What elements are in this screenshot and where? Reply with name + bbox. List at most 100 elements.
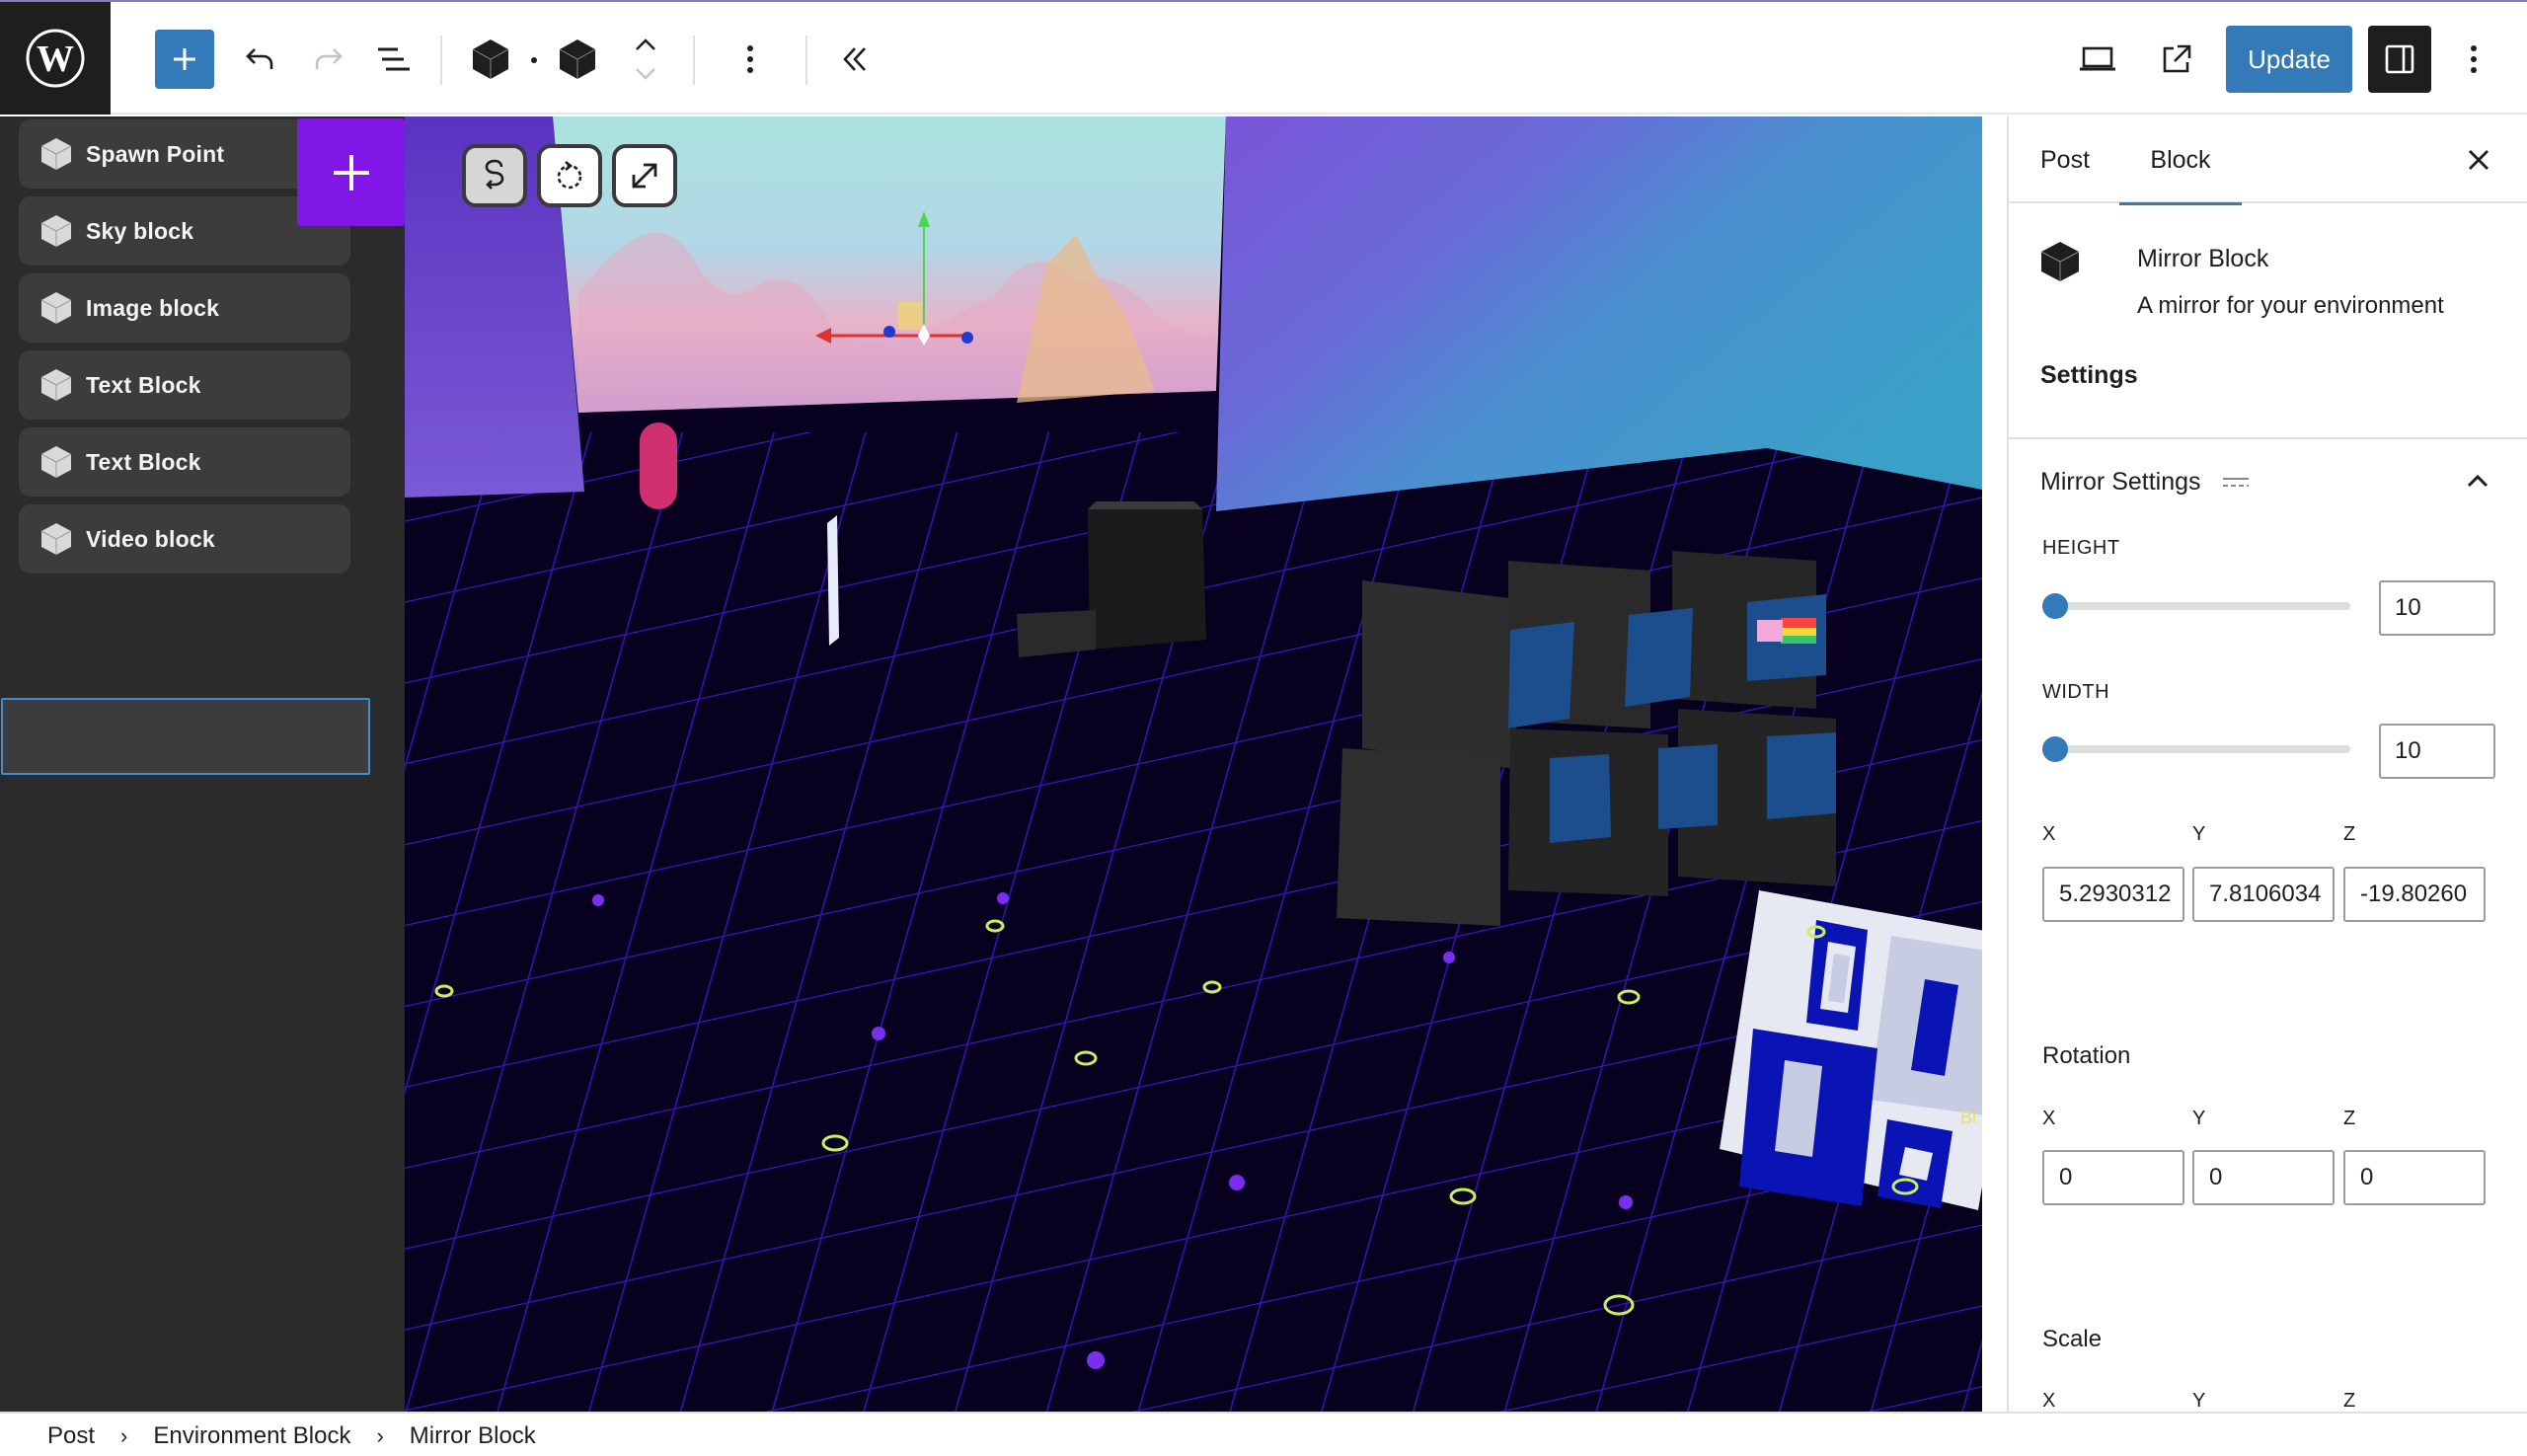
environment-block-list: Spawn Point Sky block Image block Text B… [0,116,405,1412]
document-overview-button[interactable] [373,39,417,79]
list-item-label: Spawn Point [86,140,225,167]
external-link-icon [2163,44,2191,73]
width-input[interactable]: 10 [2379,724,2495,779]
rotate-tool-button[interactable] [537,144,602,207]
move-up-button[interactable] [628,32,663,57]
view-post-button[interactable] [2152,38,2201,81]
toolbar-divider [805,36,807,85]
block-title: Mirror Block [2137,245,2269,272]
preview-button[interactable] [2073,38,2122,81]
breadcrumb-post[interactable]: Post [47,1422,95,1450]
rotation-y-input[interactable]: 0 [2192,1150,2335,1205]
chevron-down-icon [636,68,655,80]
select-parent-block-button[interactable] [466,36,515,83]
transform-tools [462,144,677,207]
list-item-text-block[interactable]: Text Block [19,427,350,497]
scale-x-label: X [2042,1390,2056,1412]
cube-icon [40,721,72,752]
undo-button[interactable] [239,39,282,79]
scale-y-label: Y [2192,1390,2206,1412]
update-label: Update [2248,43,2331,74]
close-icon [2469,150,2489,170]
chevron-up-icon[interactable] [2461,464,2494,498]
move-down-button[interactable] [628,61,663,87]
block-options-button[interactable] [728,38,772,81]
list-item-mirror-block[interactable]: Mirror Block [19,702,350,771]
cube-icon [40,215,72,247]
translate-tool-button[interactable] [462,144,527,207]
add-environment-block-button[interactable] [297,118,405,226]
block-description: A mirror for your environment [2137,292,2444,319]
scene-viewport[interactable]: Bl [405,116,1982,1412]
cube-icon [40,369,72,401]
width-slider-thumb[interactable] [2042,736,2068,762]
mirror-preview-small[interactable] [827,515,839,646]
breadcrumb-separator-icon: › [376,1422,384,1448]
redo-icon [315,48,343,69]
scene-text-block: Bl [1960,1108,1976,1127]
wordpress-logo-icon[interactable]: W [0,2,111,115]
list-item-text-block[interactable]: Text Block [19,350,350,420]
scale-heading: Scale [2042,1326,2103,1352]
list-item-label: Image block [86,294,220,321]
mirror-settings-toggle[interactable]: Mirror Settings [2040,468,2249,497]
gizmo-plane-handle[interactable] [898,302,922,330]
height-slider[interactable] [2042,593,2350,619]
block-type-button[interactable] [553,36,602,83]
list-item-label: Text Block [86,371,201,398]
list-item-label: Text Block [86,448,201,475]
laptop-icon [2080,46,2115,71]
position-z-input[interactable]: -19.80260 [2343,867,2486,922]
add-block-button[interactable] [155,30,214,89]
more-vertical-icon [2471,45,2477,73]
redo-button[interactable] [306,39,349,79]
move-path-icon [485,159,504,190]
breadcrumb-mirror-block: Mirror Block [409,1421,536,1449]
gizmo-z-handle[interactable] [961,332,973,344]
chevrons-left-icon [843,47,866,71]
position-x-label: X [2042,823,2056,845]
rotation-y-label: Y [2192,1108,2206,1129]
position-z-label: Z [2343,823,2356,845]
block-editor: W Update Spawn Point Sky block Image blo… [0,0,2527,1456]
sidebar-toggle-icon [2385,44,2414,74]
list-item-label: Sky block [86,217,194,244]
rotation-z-input[interactable]: 0 [2343,1150,2486,1205]
tab-post[interactable]: Post [2040,116,2090,203]
sidebar-tabs: Post Block [2009,116,2527,205]
gizmo-z-handle[interactable] [883,326,895,338]
settings-toggle-button[interactable] [2368,26,2431,93]
height-input[interactable]: 10 [2379,580,2495,636]
position-x-input[interactable]: 5.2930312 [2042,867,2184,922]
position-y-label: Y [2192,823,2206,845]
position-y-input[interactable]: 7.8106034 [2192,867,2335,922]
rotation-x-input[interactable]: 0 [2042,1150,2184,1205]
cube-icon [40,138,72,170]
list-item-video-block[interactable]: Video block [19,504,350,574]
undo-icon [246,48,273,69]
spawn-point-marker[interactable] [640,422,677,509]
tab-block[interactable]: Block [2119,116,2242,205]
plus-icon [174,48,195,70]
toolbar-divider [440,36,442,85]
tv-stack-video-block[interactable] [1337,551,1836,926]
list-item-label: Mirror Block [86,723,222,749]
list-item-image-block[interactable]: Image block [19,273,350,343]
rotation-z-label: Z [2343,1108,2356,1129]
breadcrumb-environment-block[interactable]: Environment Block [153,1422,350,1450]
document-overview-icon [378,47,410,71]
height-slider-thumb[interactable] [2042,593,2068,619]
scale-tool-button[interactable] [612,144,677,207]
mirror-block-model[interactable] [1720,890,1982,1210]
plus-icon [333,154,369,191]
more-options-button[interactable] [2456,38,2491,81]
width-label: WIDTH [2042,681,2110,703]
chevron-up-icon [636,38,655,50]
breadcrumb-separator-icon: › [120,1422,128,1448]
width-slider[interactable] [2042,736,2350,762]
update-button[interactable]: Update [2226,26,2352,93]
cube-icon [40,446,72,478]
close-settings-button[interactable] [2459,140,2498,180]
scene-canvas[interactable]: Bl [405,116,1982,1412]
collapse-toolbar-button[interactable] [833,39,877,79]
